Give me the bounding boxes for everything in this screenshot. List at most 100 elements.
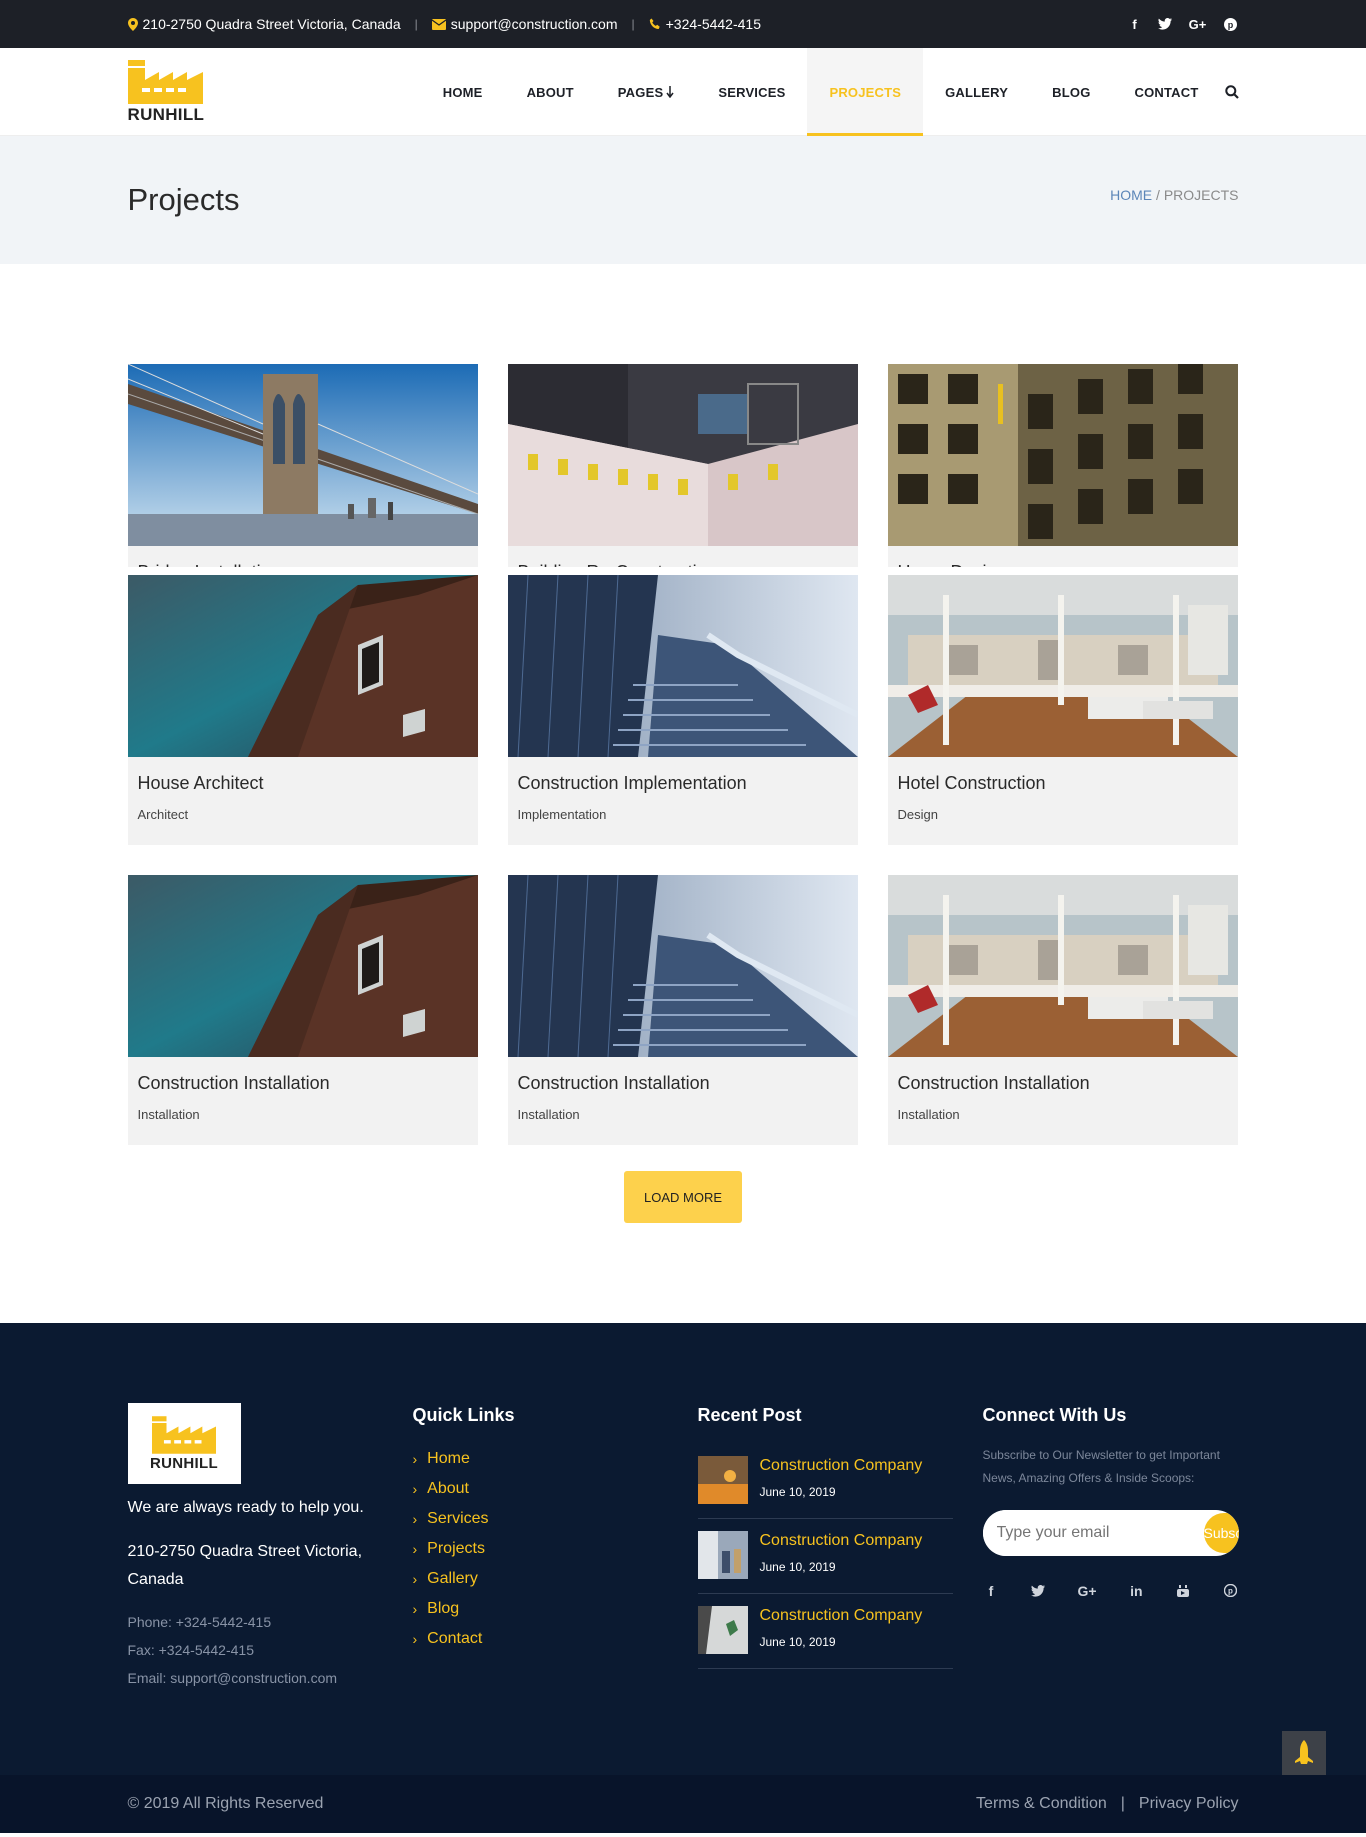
quick-link-about[interactable]: › About	[413, 1474, 698, 1504]
page-title: Projects	[127, 182, 240, 217]
recent-post-title[interactable]: Construction Company	[760, 1607, 923, 1625]
quick-link-gallery[interactable]: › Gallery	[413, 1564, 698, 1594]
site-logo[interactable]: RUNHILL	[127, 59, 208, 125]
nav-home[interactable]: HOME	[421, 48, 505, 136]
google-plus-icon[interactable]: G+	[1076, 1582, 1098, 1599]
recent-post-item[interactable]: Construction Company June 10, 2019	[697, 1444, 953, 1519]
project-image-building	[507, 364, 858, 546]
subscribe-button[interactable]: Subscribe	[1203, 1513, 1239, 1553]
twitter-icon[interactable]	[1029, 1582, 1046, 1599]
load-more-button[interactable]: LOAD MORE	[624, 1171, 742, 1223]
project-card[interactable]: Home Design	[887, 364, 1238, 567]
connect-heading: Connect With Us	[982, 1405, 1127, 1425]
privacy-link[interactable]: Privacy Policy	[1139, 1795, 1239, 1813]
phone-icon	[649, 18, 660, 29]
quick-link-blog[interactable]: › Blog	[413, 1594, 698, 1624]
project-title[interactable]: Home Design	[888, 546, 1238, 567]
topbar-email[interactable]: support@construction.com	[431, 16, 618, 32]
quick-link-projects[interactable]: › Projects	[413, 1534, 698, 1564]
topbar-social: f G+ p	[1127, 16, 1239, 32]
search-button[interactable]	[1221, 48, 1239, 136]
nav-blog[interactable]: BLOG	[1030, 48, 1112, 136]
recent-post-date: June 10, 2019	[759, 1485, 836, 1499]
footer-social: f G+ in p	[983, 1582, 1239, 1599]
recent-post-thumbnail	[697, 1531, 748, 1579]
project-card[interactable]: Hotel Construction Design	[887, 575, 1238, 845]
project-category: Architect	[137, 807, 189, 822]
copyright-text: © 2019 All Rights Reserved	[127, 1795, 324, 1812]
envelope-icon	[431, 18, 446, 30]
recent-post-date: June 10, 2019	[759, 1635, 836, 1649]
recent-post-title[interactable]: Construction Company	[760, 1532, 923, 1550]
recent-post-item[interactable]: Construction Company June 10, 2019	[697, 1594, 953, 1669]
topbar-address: 210-2750 Quadra Street Victoria, Canada	[127, 16, 401, 32]
breadcrumb: HOME / PROJECTS	[1110, 187, 1239, 203]
project-title[interactable]: Construction Installation	[128, 1057, 478, 1094]
project-title[interactable]: Construction Implementation	[508, 757, 858, 794]
footer-connect: Connect With Us Subscribe to Our Newslet…	[982, 1403, 1239, 1692]
chevron-right-icon: ›	[412, 1451, 418, 1467]
pinterest-icon[interactable]: p	[1223, 16, 1239, 32]
topbar-phone[interactable]: +324-5442-415	[649, 16, 761, 32]
footer-email[interactable]: Email: support@construction.com	[128, 1664, 413, 1692]
project-title[interactable]: Construction Installation	[508, 1057, 858, 1094]
project-card[interactable]: Bridge Installation	[127, 364, 478, 567]
quick-link-home[interactable]: › Home	[413, 1444, 698, 1474]
project-card[interactable]: House Architect Architect	[127, 575, 478, 845]
breadcrumb-current: PROJECTS	[1163, 187, 1239, 203]
project-category: Implementation	[517, 807, 607, 822]
footer-quick-links: Quick Links › Home › About › Services › Proj…	[413, 1403, 698, 1692]
project-image-brick-house	[127, 575, 478, 757]
recent-post-thumbnail	[697, 1606, 748, 1654]
facebook-icon[interactable]: f	[1127, 16, 1143, 32]
project-image-hotel-interior	[887, 575, 1238, 757]
chevron-right-icon: ›	[412, 1571, 418, 1587]
nav-pages[interactable]: PAGES	[596, 48, 697, 136]
recent-post-title[interactable]: Construction Company	[760, 1457, 923, 1475]
top-bar: 210-2750 Quadra Street Victoria, Canada …	[0, 0, 1366, 48]
nav-projects[interactable]: PROJECTS	[807, 48, 924, 136]
nav-services[interactable]: SERVICES	[696, 48, 807, 136]
recent-post-item[interactable]: Construction Company June 10, 2019	[697, 1519, 953, 1594]
quick-link-services[interactable]: › Services	[413, 1504, 698, 1534]
newsletter-email-input[interactable]	[982, 1510, 1204, 1556]
youtube-icon[interactable]	[1175, 1582, 1192, 1599]
footer-phone: Phone: +324-5442-415	[127, 1614, 272, 1630]
nav-contact[interactable]: CONTACT	[1113, 48, 1221, 136]
project-title[interactable]: Hotel Construction	[888, 757, 1238, 794]
svg-text:p: p	[1228, 1587, 1233, 1596]
breadcrumb-home[interactable]: HOME	[1110, 187, 1152, 203]
linkedin-icon[interactable]: in	[1128, 1582, 1145, 1599]
projects-grid: Bridge Installation Building Re-Construc…	[127, 364, 1239, 1175]
project-title[interactable]: House Architect	[128, 757, 478, 794]
terms-link[interactable]: Terms & Condition	[976, 1795, 1107, 1813]
project-title[interactable]: Construction Installation	[888, 1057, 1238, 1094]
footer: RUNHILL We are always ready to help you.…	[0, 1323, 1366, 1775]
project-card[interactable]: Construction Implementation Implementati…	[507, 575, 858, 845]
project-card[interactable]: Building Re-Construction	[507, 364, 858, 567]
factory-logo-icon	[152, 1415, 216, 1454]
nav-about[interactable]: ABOUT	[505, 48, 596, 136]
quick-links-heading: Quick Links	[412, 1405, 515, 1425]
project-card[interactable]: Construction Installation Installation	[887, 875, 1238, 1145]
facebook-icon[interactable]: f	[983, 1582, 1000, 1599]
project-card[interactable]: Construction Installation Installation	[507, 875, 858, 1145]
project-category: Installation	[897, 1107, 960, 1122]
project-image-stairs	[507, 875, 858, 1057]
google-plus-icon[interactable]: G+	[1187, 16, 1209, 32]
logo-text: RUNHILL	[127, 104, 205, 124]
arrow-down-icon	[666, 86, 674, 98]
back-to-top-button[interactable]	[1282, 1731, 1326, 1775]
project-title[interactable]: Building Re-Construction	[508, 546, 858, 567]
chevron-right-icon: ›	[412, 1601, 418, 1617]
project-title[interactable]: Bridge Installation	[128, 546, 478, 567]
nav-gallery[interactable]: GALLERY	[923, 48, 1030, 136]
search-icon	[1224, 85, 1239, 99]
recent-post-heading: Recent Post	[697, 1405, 802, 1425]
project-card[interactable]: Construction Installation Installation	[127, 875, 478, 1145]
quick-link-contact[interactable]: › Contact	[413, 1624, 698, 1654]
pinterest-icon[interactable]: p	[1222, 1582, 1239, 1599]
twitter-icon[interactable]	[1157, 16, 1173, 32]
chevron-right-icon: ›	[412, 1511, 418, 1527]
footer-logo[interactable]: RUNHILL	[127, 1403, 241, 1484]
